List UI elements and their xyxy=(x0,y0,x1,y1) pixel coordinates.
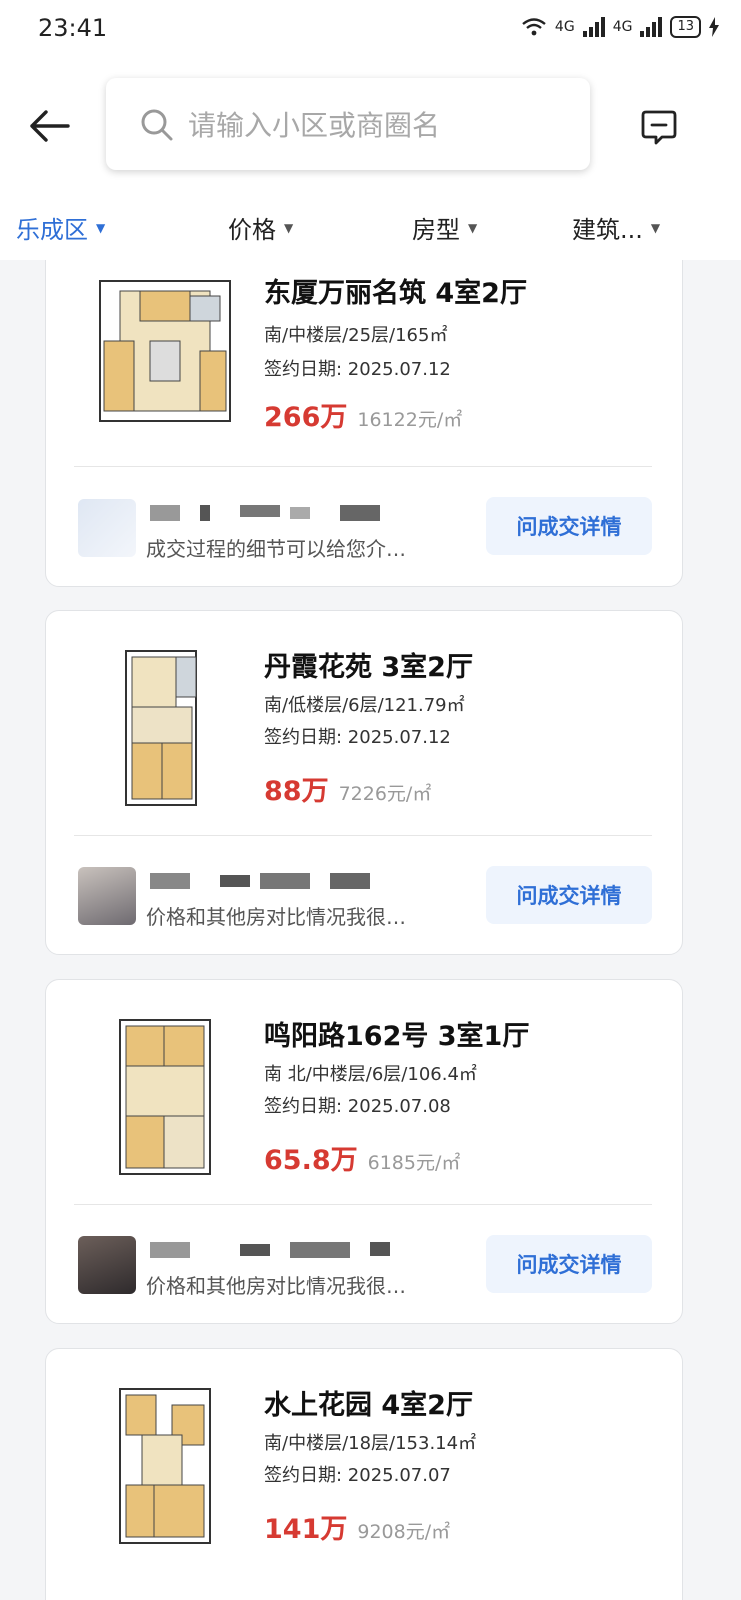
total-price: 266万 xyxy=(264,402,348,433)
listing-card[interactable]: 水上花园 4室2厅 南/中楼层/18层/153.14㎡ 签约日期: 2025.0… xyxy=(45,1348,683,1600)
agent-avatar[interactable] xyxy=(78,499,136,557)
chevron-down-icon: ▼ xyxy=(468,220,478,235)
total-price: 65.8万 xyxy=(264,1145,358,1176)
back-arrow-icon[interactable] xyxy=(26,108,72,144)
agent-name-blurred xyxy=(150,505,380,521)
filter-district-label: 乐成区 xyxy=(16,216,88,244)
status-icons: 4G 4G 13 xyxy=(521,16,719,38)
listing-title: 丹霞花苑 3室2厅 xyxy=(264,652,473,683)
agent-avatar[interactable] xyxy=(78,867,136,925)
search-input[interactable] xyxy=(186,102,570,148)
agent-name-blurred xyxy=(150,873,370,889)
signal-label-1: 4G xyxy=(554,19,575,35)
wifi-icon xyxy=(522,18,546,36)
divider xyxy=(74,835,652,836)
unit-price: 16122元/㎡ xyxy=(357,409,463,431)
listing-sign-date: 签约日期: 2025.07.07 xyxy=(264,1465,451,1486)
chevron-down-icon: ▼ xyxy=(284,220,294,235)
listing-details: 南 北/中楼层/6层/106.4㎡ xyxy=(264,1064,477,1085)
charging-icon xyxy=(709,17,719,37)
listing-sign-date: 签约日期: 2025.07.08 xyxy=(264,1096,451,1117)
chevron-down-icon: ▼ xyxy=(96,220,106,235)
ask-deal-details-button[interactable]: 问成交详情 xyxy=(486,1235,652,1293)
listing-price-row: 141万 9208元/㎡ xyxy=(264,1507,450,1546)
agent-avatar[interactable] xyxy=(78,1236,136,1294)
listing-price-row: 65.8万 6185元/㎡ xyxy=(264,1138,460,1177)
listing-card[interactable]: 丹霞花苑 3室2厅 南/低楼层/6层/121.79㎡ 签约日期: 2025.07… xyxy=(45,610,683,955)
filter-price[interactable]: 价格 ▼ xyxy=(228,210,293,245)
unit-price: 9208元/㎡ xyxy=(357,1521,451,1543)
ask-deal-details-button[interactable]: 问成交详情 xyxy=(486,866,652,924)
search-header xyxy=(0,58,741,196)
floor-plan-image xyxy=(112,1012,222,1182)
total-price: 88万 xyxy=(264,776,329,807)
status-time: 23:41 xyxy=(38,14,108,42)
agent-message: 价格和其他房对比情况我很… xyxy=(146,905,406,929)
listing-card[interactable]: 鸣阳路162号 3室1厅 南 北/中楼层/6层/106.4㎡ 签约日期: 202… xyxy=(45,979,683,1324)
floor-plan-image xyxy=(90,271,240,431)
floor-plan-image xyxy=(112,1381,222,1551)
chevron-down-icon: ▼ xyxy=(650,220,661,235)
filter-price-label: 价格 xyxy=(228,216,276,244)
filter-building-label: 建筑... xyxy=(572,216,643,244)
unit-price: 7226元/㎡ xyxy=(338,783,432,805)
search-icon xyxy=(141,109,173,141)
divider xyxy=(74,466,652,467)
signal-label-2: 4G xyxy=(612,19,633,35)
listing-sign-date: 签约日期: 2025.07.12 xyxy=(264,727,451,748)
agent-message: 价格和其他房对比情况我很… xyxy=(146,1274,406,1298)
signal-icon-2 xyxy=(640,17,663,37)
listing-details: 南/中楼层/18层/153.14㎡ xyxy=(264,1433,477,1454)
listing-price-row: 266万 16122元/㎡ xyxy=(264,395,462,434)
agent-message: 成交过程的细节可以给您介… xyxy=(146,537,406,561)
unit-price: 6185元/㎡ xyxy=(367,1152,461,1174)
deal-list: 东厦万丽名筑 4室2厅 南/中楼层/25层/165㎡ 签约日期: 2025.07… xyxy=(0,260,741,1600)
listing-details: 南/中楼层/25层/165㎡ xyxy=(264,325,448,346)
total-price: 141万 xyxy=(264,1514,348,1545)
agent-name-blurred xyxy=(150,1242,390,1258)
filter-bar: 乐成区 ▼ 价格 ▼ 房型 ▼ 建筑... ▼ xyxy=(0,196,741,260)
ask-deal-details-button[interactable]: 问成交详情 xyxy=(486,497,652,555)
listing-card[interactable]: 东厦万丽名筑 4室2厅 南/中楼层/25层/165㎡ 签约日期: 2025.07… xyxy=(45,260,683,587)
listing-title: 水上花园 4室2厅 xyxy=(264,1390,473,1421)
filter-building[interactable]: 建筑... ▼ xyxy=(572,210,660,245)
filter-layout-label: 房型 xyxy=(412,216,460,244)
search-box[interactable] xyxy=(106,78,590,170)
battery-icon: 13 xyxy=(670,16,701,38)
listing-sign-date: 签约日期: 2025.07.12 xyxy=(264,359,451,380)
listing-price-row: 88万 7226元/㎡ xyxy=(264,769,431,808)
status-bar: 23:41 4G 4G 13 xyxy=(0,0,741,58)
signal-icon xyxy=(582,17,605,37)
listing-title: 东厦万丽名筑 4室2厅 xyxy=(264,278,527,309)
listing-details: 南/低楼层/6层/121.79㎡ xyxy=(264,695,465,716)
divider xyxy=(74,1204,652,1205)
filter-layout[interactable]: 房型 ▼ xyxy=(412,210,477,245)
filter-district[interactable]: 乐成区 ▼ xyxy=(16,210,105,245)
message-icon[interactable] xyxy=(640,108,678,146)
floor-plan-image xyxy=(116,643,216,813)
listing-title: 鸣阳路162号 3室1厅 xyxy=(264,1021,530,1052)
